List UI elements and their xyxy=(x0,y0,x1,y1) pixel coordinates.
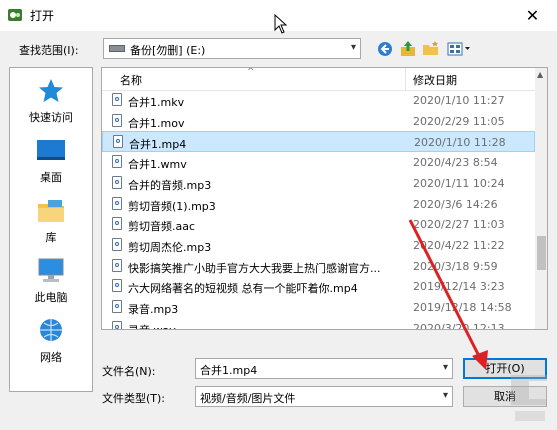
mouse-cursor-icon xyxy=(274,14,288,34)
annotation-arrow xyxy=(408,219,488,370)
watermark-logo xyxy=(511,375,547,421)
